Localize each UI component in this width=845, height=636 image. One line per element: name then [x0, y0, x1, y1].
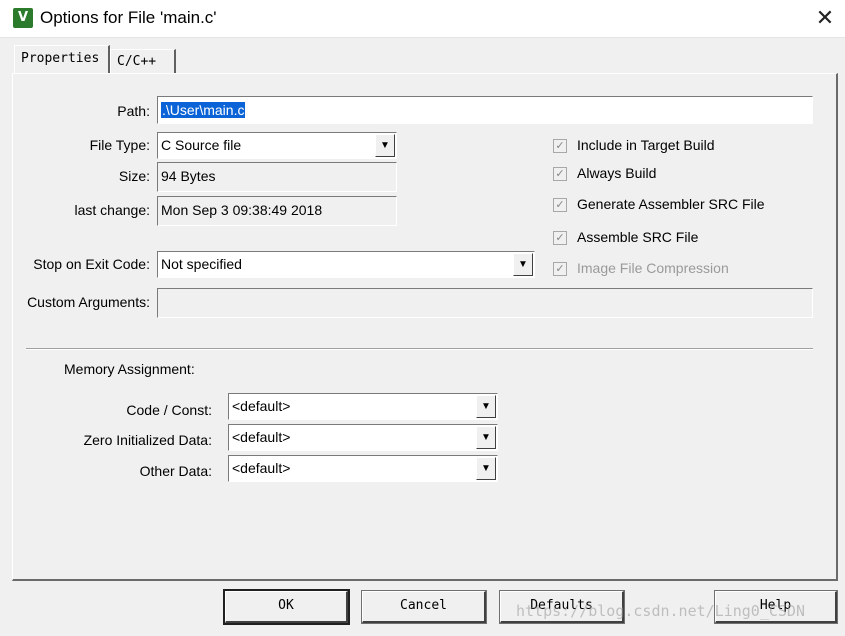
- custom-args-field[interactable]: [157, 288, 813, 318]
- path-value: .\User\main.c: [161, 102, 246, 118]
- memory-assignment-heading: Memory Assignment:: [64, 361, 195, 377]
- last-change-value: Mon Sep 3 09:38:49 2018: [161, 202, 323, 218]
- checkbox-label: Generate Assembler SRC File: [577, 196, 765, 212]
- chevron-down-icon[interactable]: ▼: [476, 426, 496, 449]
- custom-args-label: Custom Arguments:: [27, 294, 150, 310]
- file-type-value: C Source file: [161, 137, 242, 153]
- close-icon[interactable]: ✕: [805, 2, 845, 36]
- checkbox-check-icon: ✓: [553, 262, 567, 276]
- size-label: Size:: [118, 168, 150, 184]
- path-field[interactable]: .\User\main.c: [157, 96, 813, 124]
- code-const-value: <default>: [232, 398, 291, 414]
- zero-init-label: Zero Initialized Data:: [83, 432, 212, 448]
- size-value: 94 Bytes: [161, 168, 216, 184]
- ok-button[interactable]: OK: [223, 589, 350, 625]
- chevron-down-icon[interactable]: ▼: [375, 134, 395, 157]
- title-bar: V Options for File 'main.c' ✕: [0, 0, 845, 38]
- code-const-label: Code / Const:: [126, 402, 212, 418]
- path-label: Path:: [117, 103, 150, 119]
- checkbox-check-icon[interactable]: ✓: [553, 231, 567, 245]
- cancel-button[interactable]: Cancel: [361, 590, 487, 624]
- chevron-down-icon[interactable]: ▼: [476, 457, 496, 480]
- chevron-down-icon[interactable]: ▼: [476, 395, 496, 418]
- size-field: 94 Bytes: [157, 162, 397, 192]
- code-const-select[interactable]: <default> ▼: [228, 393, 498, 420]
- help-button[interactable]: Help: [714, 590, 838, 624]
- checkbox-check-icon[interactable]: ✓: [553, 198, 567, 212]
- stop-exit-value: Not specified: [161, 256, 242, 272]
- file-type-select[interactable]: C Source file ▼: [157, 132, 397, 159]
- checkbox-check-icon[interactable]: ✓: [553, 167, 567, 181]
- stop-exit-label: Stop on Exit Code:: [33, 256, 150, 272]
- file-type-label: File Type:: [89, 137, 150, 153]
- tab-properties[interactable]: Properties: [14, 45, 110, 73]
- window-title: Options for File 'main.c': [40, 8, 217, 27]
- zero-init-select[interactable]: <default> ▼: [228, 424, 498, 451]
- stop-exit-select[interactable]: Not specified ▼: [157, 251, 535, 278]
- tab-c-cpp[interactable]: C/C++: [110, 49, 176, 74]
- checkbox-label: Always Build: [577, 165, 657, 181]
- checkbox-label: Assemble SRC File: [577, 229, 699, 245]
- defaults-button[interactable]: Defaults: [499, 590, 625, 624]
- section-divider: [26, 348, 813, 350]
- chevron-down-icon[interactable]: ▼: [513, 253, 533, 276]
- checkbox-label: Include in Target Build: [577, 137, 715, 153]
- checkbox-label: Image File Compression: [577, 260, 729, 276]
- other-data-label: Other Data:: [139, 463, 212, 479]
- last-change-field: Mon Sep 3 09:38:49 2018: [157, 196, 397, 226]
- checkbox-check-icon[interactable]: ✓: [553, 139, 567, 153]
- zero-init-value: <default>: [232, 429, 291, 445]
- other-data-value: <default>: [232, 460, 291, 476]
- other-data-select[interactable]: <default> ▼: [228, 455, 498, 482]
- last-change-label: last change:: [74, 202, 151, 218]
- uvision-app-icon: V: [13, 8, 33, 28]
